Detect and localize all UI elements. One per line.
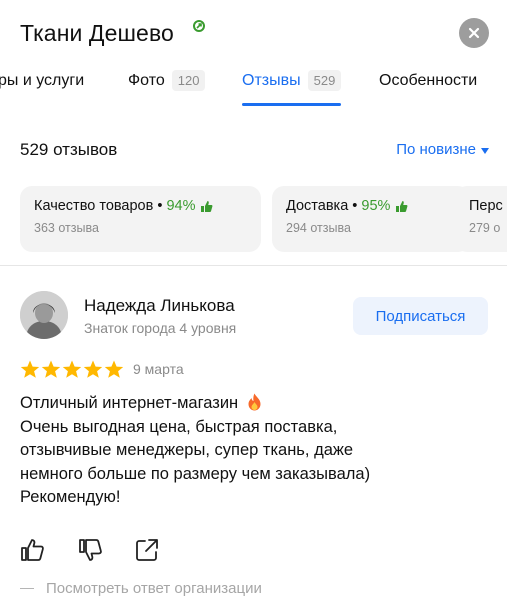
sort-label: По новизне — [396, 141, 476, 158]
aspect-review-count: 279 о — [469, 221, 501, 235]
star-icon — [62, 360, 82, 378]
dash-divider — [20, 588, 34, 589]
star-icon — [83, 360, 103, 378]
reviews-count: 529 отзывов — [20, 140, 118, 159]
aspect-card-staff[interactable]: Перс 279 о — [455, 186, 507, 252]
review-line: Рекомендую! — [20, 488, 121, 506]
chevron-down-icon — [481, 147, 489, 154]
tab-label: Отзывы — [242, 72, 301, 89]
author-name[interactable]: Надежда Линькова — [84, 296, 235, 316]
aspect-card-delivery[interactable]: Доставка • 95% 294 отзыва — [272, 186, 470, 252]
star-icon — [41, 360, 61, 378]
close-button[interactable] — [459, 18, 489, 48]
tab-reviews[interactable]: Отзывы 529 — [242, 70, 342, 106]
sort-dropdown[interactable]: По новизне — [396, 141, 489, 158]
rating-stars — [20, 360, 124, 379]
review-line: Отличный интернет-магазин — [20, 392, 490, 416]
aspect-name: Качество товаров — [34, 198, 154, 214]
aspect-review-count: 363 отзыва — [34, 221, 99, 235]
tab-label: ры и услуги — [0, 72, 85, 89]
review-line: Очень выгодная цена, быстрая поставка, — [20, 417, 338, 436]
dislike-icon[interactable] — [78, 537, 104, 563]
org-reply-label: Посмотреть ответ организации — [46, 580, 262, 597]
subscribe-button[interactable]: Подписаться — [353, 297, 488, 335]
tab-label: Особенности — [379, 72, 478, 89]
aspect-separator: • — [153, 198, 163, 214]
user-photo — [20, 291, 68, 339]
share-icon[interactable] — [134, 537, 160, 563]
thumbs-up-icon — [396, 200, 408, 212]
review-line: отзывчивые менеджеры, супер ткань, даже — [20, 441, 354, 459]
like-icon[interactable] — [20, 537, 46, 563]
review-date: 9 марта — [133, 361, 184, 377]
fire-icon — [248, 393, 261, 411]
aspect-percent: 94% — [166, 198, 196, 214]
aspect-review-count: 294 отзыва — [286, 221, 351, 235]
aspect-percent: 95% — [361, 198, 391, 214]
avatar[interactable] — [20, 291, 68, 339]
page-title: Ткани Дешево — [20, 20, 174, 46]
verified-icon — [193, 20, 205, 32]
aspect-card-quality[interactable]: Качество товаров • 94% 363 отзыва — [20, 186, 261, 252]
author-level: Знаток города 4 уровня — [84, 320, 237, 336]
star-icon — [104, 360, 124, 378]
tab-features[interactable]: Особенности — [379, 72, 477, 106]
tab-photo[interactable]: Фото 120 — [128, 70, 206, 106]
tab-products-services[interactable]: ры и услуги — [0, 72, 84, 106]
tab-count: 120 — [171, 70, 206, 91]
tab-label: Фото — [128, 72, 165, 89]
close-icon — [468, 27, 480, 39]
aspect-separator: • — [348, 198, 358, 214]
review-text: Отличный интернет-магазин Очень выгодная… — [20, 392, 490, 510]
active-tab-indicator — [242, 103, 342, 106]
review-line: немного больше по размеру чем заказывала… — [20, 464, 371, 483]
star-icon — [20, 360, 40, 378]
aspect-name: Доставка — [286, 198, 349, 214]
header: Ткани Дешево — [0, 0, 507, 66]
tab-count: 529 — [307, 70, 342, 91]
aspect-carousel: Качество товаров • 94% 363 отзыва Достав… — [20, 186, 507, 252]
aspect-name: Перс — [469, 198, 503, 214]
tab-bar: ры и услуги Фото 120 Отзывы 529 Особенно… — [0, 62, 507, 106]
divider — [0, 265, 507, 266]
org-reply-link[interactable]: Посмотреть ответ организации — [20, 580, 262, 597]
thumbs-up-icon — [201, 200, 213, 212]
